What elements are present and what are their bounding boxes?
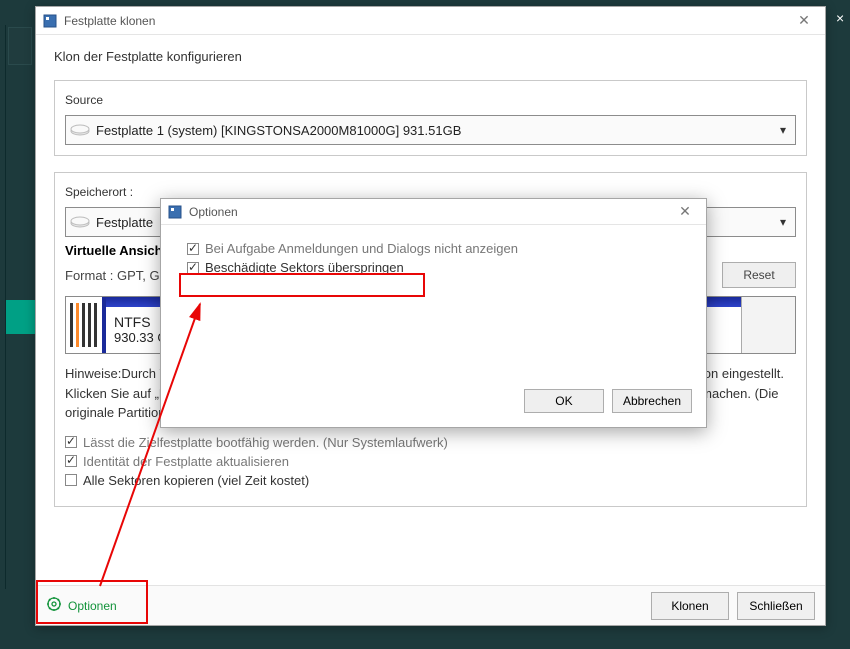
checkbox-icon (65, 455, 77, 467)
source-label: Source (65, 93, 796, 107)
clone-dialog-titlebar[interactable]: Festplatte klonen ✕ (36, 7, 825, 35)
options-link[interactable]: Optionen (46, 596, 117, 615)
format-text: Format : GPT, G (65, 268, 160, 283)
dest-label: Speicherort : (65, 185, 796, 199)
checkbox-label: Alle Sektoren kopieren (viel Zeit kostet… (83, 473, 309, 488)
clone-dialog-subtitle: Klon der Festplatte konfigurieren (54, 49, 807, 64)
source-dropdown[interactable]: Festplatte 1 (system) [KINGSTONSA2000M81… (65, 115, 796, 145)
close-icon[interactable]: ✕ (670, 203, 700, 220)
checkbox-icon (65, 436, 77, 448)
close-button[interactable]: Schließen (737, 592, 815, 620)
gear-icon (46, 596, 62, 615)
options-dialog: Optionen ✕ Bei Aufgabe Anmeldungen und D… (160, 198, 707, 428)
checkbox-allsectors[interactable]: Alle Sektoren kopieren (viel Zeit kostet… (65, 473, 796, 488)
app-icon (167, 204, 183, 220)
checkbox-label: Beschädigte Sektors überspringen (205, 260, 404, 275)
checkbox-bootable[interactable]: Lässt die Zielfestplatte bootfähig werde… (65, 435, 796, 450)
options-link-label: Optionen (68, 599, 117, 613)
options-dialog-title: Optionen (189, 205, 238, 219)
bg-close-fragment: × (836, 10, 850, 28)
source-dropdown-text: Festplatte 1 (system) [KINGSTONSA2000M81… (96, 123, 775, 138)
app-icon (42, 13, 58, 29)
source-group: Source Festplatte 1 (system) [KINGSTONSA… (54, 80, 807, 156)
clone-button[interactable]: Klonen (651, 592, 729, 620)
checkbox-icon (65, 474, 77, 486)
checkbox-suppress-dialogs[interactable]: Bei Aufgabe Anmeldungen und Dialogs nich… (187, 241, 690, 256)
chevron-down-icon: ▾ (775, 123, 791, 137)
partition-handles[interactable] (66, 297, 102, 353)
checkbox-label: Lässt die Zielfestplatte bootfähig werde… (83, 435, 448, 450)
disk-icon (70, 214, 90, 231)
cancel-button[interactable]: Abbrechen (612, 389, 692, 413)
bg-icon-fragment (8, 27, 32, 65)
checkbox-identity[interactable]: Identität der Festplatte aktualisieren (65, 454, 796, 469)
chevron-down-icon: ▾ (775, 215, 791, 229)
reset-button[interactable]: Reset (722, 262, 796, 288)
partition-tail[interactable] (741, 297, 795, 353)
ok-button[interactable]: OK (524, 389, 604, 413)
checkbox-skip-bad-sectors[interactable]: Beschädigte Sektors überspringen (187, 260, 690, 275)
clone-dialog-title: Festplatte klonen (64, 14, 155, 28)
options-dialog-titlebar[interactable]: Optionen ✕ (161, 199, 706, 225)
checkbox-label: Bei Aufgabe Anmeldungen und Dialogs nich… (205, 241, 518, 256)
background-app-fragment (5, 25, 35, 589)
bg-selected-fragment (6, 300, 36, 334)
checkbox-icon (187, 243, 199, 255)
checkbox-icon (187, 262, 199, 274)
disk-icon (70, 122, 90, 139)
checkbox-label: Identität der Festplatte aktualisieren (83, 454, 289, 469)
close-icon[interactable]: ✕ (789, 12, 819, 29)
clone-dialog-footer: Optionen Klonen Schließen (36, 585, 825, 625)
